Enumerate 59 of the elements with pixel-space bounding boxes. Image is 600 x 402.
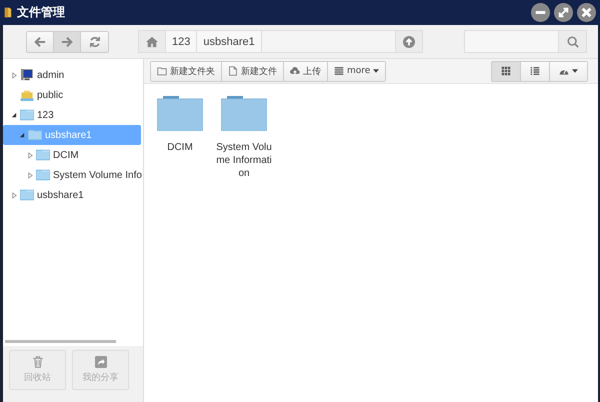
shared-folder-icon: [20, 89, 34, 101]
caret-icon: [373, 69, 380, 73]
toolbar-button[interactable]: 新建文件夹: [151, 62, 222, 80]
stack-icon: [334, 66, 344, 76]
collapsed-arrow-icon: [27, 152, 33, 158]
window-title: 文件管理: [17, 4, 66, 21]
cloud-upload-icon: [290, 66, 300, 76]
back-button[interactable]: [27, 32, 54, 52]
forward-button[interactable]: [54, 32, 81, 52]
toolbar-button[interactable]: more: [328, 62, 386, 80]
folder-icon: [36, 149, 50, 161]
list-view-icon: [530, 66, 540, 76]
file-name[interactable]: System Volume Information: [216, 141, 272, 180]
expanded-arrow-icon: [11, 112, 17, 118]
right-arrow-icon: [61, 36, 73, 48]
grid-view-icon: [501, 66, 511, 76]
left-arrow-icon: [34, 36, 46, 48]
expanded-arrow-icon: [19, 132, 25, 138]
folder-icon: [4, 6, 12, 19]
close-button[interactable]: [577, 3, 596, 22]
collapsed-arrow-icon: [11, 72, 17, 78]
folder-icon: [20, 109, 34, 121]
collapsed-arrow-icon: [11, 192, 17, 198]
refresh-icon: [88, 36, 100, 48]
folder-icon: [20, 189, 34, 201]
folder-icon: [221, 96, 267, 131]
folder-icon: [36, 169, 50, 181]
toolbar-button[interactable]: 上传: [284, 62, 328, 80]
folder-outline-icon: [157, 66, 167, 76]
tree-item[interactable]: DCIM: [3, 145, 143, 165]
view-button[interactable]: [521, 62, 550, 80]
trash-icon: [32, 356, 44, 368]
share-arrow-icon: [94, 356, 106, 368]
refresh-button[interactable]: [81, 32, 108, 52]
tree-item[interactable]: System Volume Info: [3, 165, 143, 185]
tree-item[interactable]: 123: [3, 105, 143, 125]
view-button[interactable]: [492, 62, 521, 80]
search-button[interactable]: [558, 31, 586, 52]
minimize-button[interactable]: [531, 3, 550, 22]
tree-item[interactable]: usbshare1: [3, 185, 143, 205]
view-button[interactable]: [550, 62, 587, 80]
scrollbar[interactable]: [5, 340, 116, 343]
search-field[interactable]: [464, 30, 587, 53]
maximize-button[interactable]: [554, 3, 573, 22]
up-button[interactable]: [395, 31, 422, 52]
home-icon: [146, 36, 158, 48]
file-name[interactable]: DCIM: [152, 141, 208, 154]
home-button[interactable]: [139, 31, 166, 52]
computer-icon: [20, 69, 34, 81]
collapsed-arrow-icon: [27, 172, 33, 178]
folder-icon: [28, 129, 42, 141]
search-icon: [566, 36, 578, 48]
tree-item[interactable]: public: [3, 85, 143, 105]
tree-item[interactable]: admin: [3, 65, 143, 85]
toolbar-button[interactable]: 新建文件: [222, 62, 284, 80]
folder-icon: [157, 96, 203, 131]
document-icon: [228, 66, 238, 76]
up-arrow-icon: [403, 36, 415, 48]
caret-icon: [572, 69, 578, 73]
